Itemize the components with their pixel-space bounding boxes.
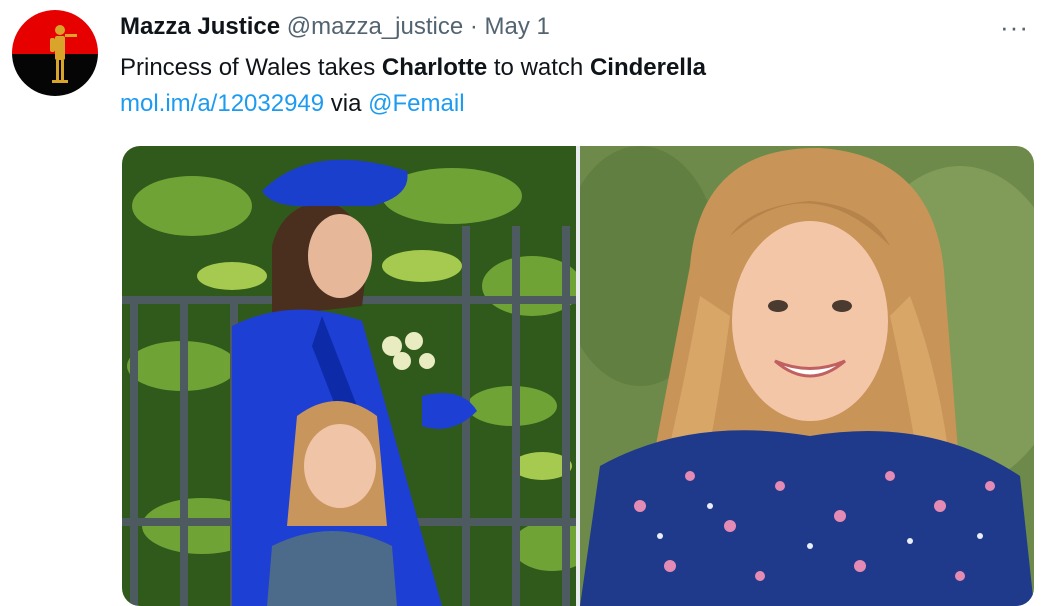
tweet-text: Princess of Wales takes Charlotte to wat… bbox=[120, 54, 706, 82]
more-options-icon[interactable]: ··· bbox=[1000, 12, 1029, 43]
photo-right-image bbox=[580, 146, 1034, 606]
via-text: via bbox=[324, 90, 369, 117]
tweet-text-bold-cinderella: Cinderella bbox=[589, 54, 706, 81]
avatar[interactable] bbox=[12, 10, 98, 96]
tweet-text-bold-charlotte: Charlotte bbox=[381, 54, 488, 81]
tweet-text-part1: Princess of Wales takes bbox=[120, 54, 382, 81]
author-handle[interactable]: @mazza_justice bbox=[287, 13, 463, 40]
femail-mention[interactable]: @Femail bbox=[368, 90, 464, 117]
avatar-image bbox=[12, 10, 98, 96]
tweet-date[interactable]: May 1 bbox=[485, 13, 550, 40]
media-photo-left[interactable] bbox=[122, 146, 576, 606]
tweet-header: Mazza Justice @mazza_justice · May 1 bbox=[120, 13, 550, 41]
tweet-media bbox=[122, 146, 1034, 606]
header-separator: · bbox=[469, 13, 478, 40]
tweet-text-part2: to watch bbox=[487, 54, 590, 81]
photo-left-image bbox=[122, 146, 576, 606]
media-photo-right[interactable] bbox=[580, 146, 1034, 606]
author-name[interactable]: Mazza Justice bbox=[120, 13, 280, 40]
tweet-link-line: mol.im/a/12032949 via @Femail bbox=[120, 90, 465, 118]
article-link[interactable]: mol.im/a/12032949 bbox=[120, 90, 324, 117]
